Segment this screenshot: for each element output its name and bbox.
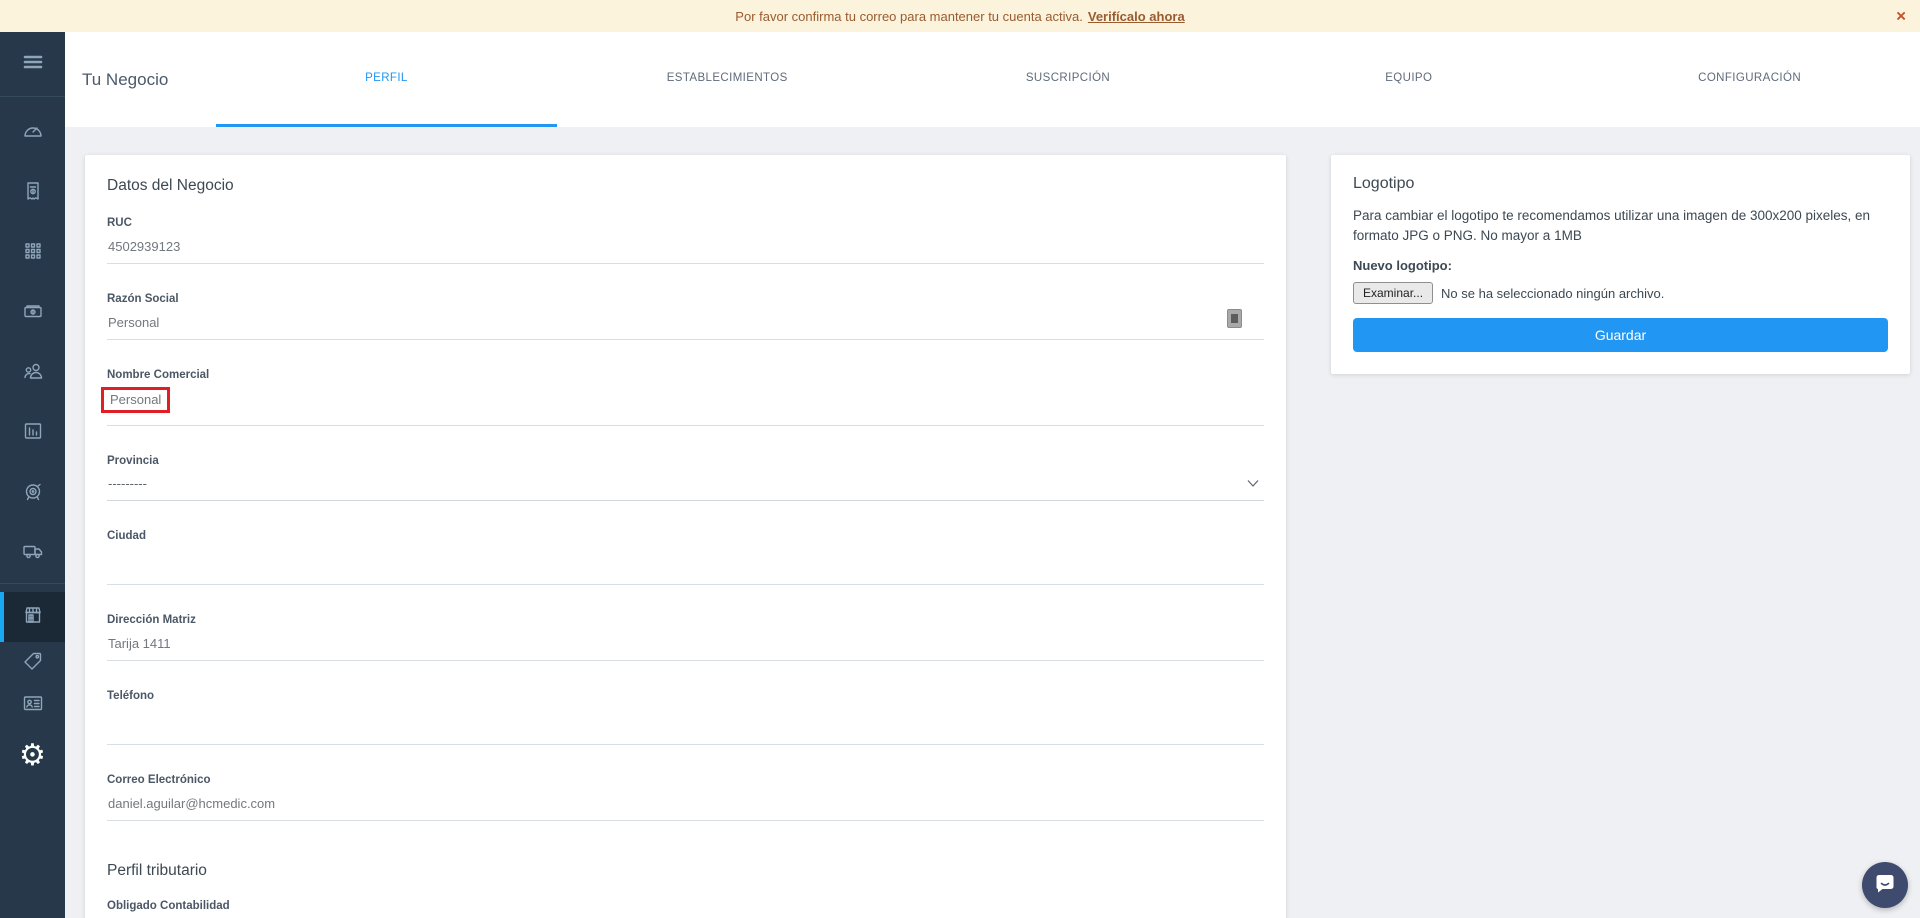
sidebar-item-delivery[interactable] xyxy=(0,523,65,583)
sidebar-item-dashboard[interactable] xyxy=(0,103,65,163)
tab-establecimientos[interactable]: ESTABLECIMIENTOS xyxy=(557,32,898,127)
tab-suscripcion[interactable]: SUSCRIPCIÓN xyxy=(898,32,1239,127)
field-direccion-matriz: Dirección Matriz xyxy=(107,614,1264,661)
id-card-icon xyxy=(21,691,45,720)
chat-widget-button[interactable] xyxy=(1862,862,1908,908)
money-icon xyxy=(21,299,45,328)
logotype-description: Para cambiar el logotipo te recomendamos… xyxy=(1353,206,1888,245)
grid-dots-icon xyxy=(21,239,45,268)
tab-equipo[interactable]: EQUIPO xyxy=(1238,32,1579,127)
save-button[interactable]: Guardar xyxy=(1353,318,1888,352)
chevron-down-icon xyxy=(1246,476,1260,491)
sidebar-item-customers[interactable] xyxy=(0,343,65,403)
nombre-comercial-input[interactable]: Personal xyxy=(107,390,1264,426)
field-nombre-comercial: Nombre Comercial Personal xyxy=(107,369,1264,426)
logotype-card: Logotipo Para cambiar el logotipo te rec… xyxy=(1331,155,1910,374)
menu-toggle-button[interactable] xyxy=(0,32,65,96)
tab-configuracion[interactable]: CONFIGURACIÓN xyxy=(1579,32,1920,127)
tax-profile-title: Perfil tributario xyxy=(107,862,1264,880)
telefono-label: Teléfono xyxy=(107,690,1264,702)
ciudad-input[interactable] xyxy=(107,551,1264,585)
razon-social-input[interactable] xyxy=(107,314,1264,340)
sidebar-item-catalog[interactable] xyxy=(0,223,65,283)
sidebar-item-receipts[interactable] xyxy=(0,163,65,223)
autofill-extension-icon[interactable] xyxy=(1227,309,1242,328)
ciudad-label: Ciudad xyxy=(107,530,1264,542)
receipt-icon xyxy=(21,179,45,208)
page-title: Tu Negocio xyxy=(82,32,216,127)
field-telefono: Teléfono xyxy=(107,690,1264,745)
gear-icon: ⚙ xyxy=(19,738,46,773)
provincia-label: Provincia xyxy=(107,455,1264,467)
truck-icon xyxy=(21,539,45,568)
direccion-matriz-input[interactable] xyxy=(107,635,1264,661)
field-correo-electronico: Correo Electrónico xyxy=(107,774,1264,821)
direccion-matriz-label: Dirección Matriz xyxy=(107,614,1264,626)
banner-close-icon[interactable]: × xyxy=(1896,8,1906,25)
no-file-selected-text: No se ha seleccionado ningún archivo. xyxy=(1441,286,1664,301)
banner-message: Por favor confirma tu correo para manten… xyxy=(735,9,1083,24)
razon-social-label: Razón Social xyxy=(107,293,1264,305)
tab-bar: PERFIL ESTABLECIMIENTOS SUSCRIPCIÓN EQUI… xyxy=(216,32,1920,127)
correo-label: Correo Electrónico xyxy=(107,774,1264,786)
sidebar-item-goals[interactable] xyxy=(0,463,65,523)
sidebar-divider xyxy=(0,583,65,584)
sidebar-item-tags[interactable] xyxy=(0,642,65,684)
bar-chart-icon xyxy=(21,419,45,448)
chat-bubble-icon xyxy=(1872,870,1898,901)
users-icon xyxy=(21,359,45,388)
tab-perfil[interactable]: PERFIL xyxy=(216,32,557,127)
telefono-input[interactable] xyxy=(107,711,1264,745)
sidebar: ⚙ xyxy=(0,32,65,918)
form-title: Datos del Negocio xyxy=(107,177,1264,195)
field-ruc: RUC xyxy=(107,217,1264,264)
red-annotation-box: Personal xyxy=(101,387,170,413)
ruc-label: RUC xyxy=(107,217,1264,229)
file-input-row: Examinar... No se ha seleccionado ningún… xyxy=(1353,282,1888,304)
sidebar-item-settings[interactable]: ⚙ xyxy=(0,726,65,784)
obligado-contabilidad-label: Obligado Contabilidad xyxy=(107,900,1264,912)
tag-icon xyxy=(21,649,45,678)
ruc-input[interactable] xyxy=(107,238,1264,264)
new-logotype-label: Nuevo logotipo: xyxy=(1353,258,1888,273)
browse-file-button[interactable]: Examinar... xyxy=(1353,282,1433,304)
hamburger-icon xyxy=(21,50,45,79)
storefront-icon xyxy=(21,603,45,632)
provincia-selected-value: --------- xyxy=(108,476,147,491)
email-confirm-banner: Por favor confirma tu correo para manten… xyxy=(0,0,1920,32)
nombre-comercial-label: Nombre Comercial xyxy=(107,369,1264,381)
correo-input[interactable] xyxy=(107,795,1264,821)
field-ciudad: Ciudad xyxy=(107,530,1264,585)
field-razon-social: Razón Social xyxy=(107,293,1264,340)
provincia-select[interactable]: --------- xyxy=(107,476,1264,501)
target-icon xyxy=(21,479,45,508)
logotype-title: Logotipo xyxy=(1353,175,1888,193)
page-header: Tu Negocio PERFIL ESTABLECIMIENTOS SUSCR… xyxy=(65,32,1920,127)
sidebar-item-cash[interactable] xyxy=(0,283,65,343)
sidebar-item-contacts[interactable] xyxy=(0,684,65,726)
business-data-card: Datos del Negocio RUC Razón Social Nombr… xyxy=(85,155,1286,918)
sidebar-item-reports[interactable] xyxy=(0,403,65,463)
verify-now-link[interactable]: Verifícalo ahora xyxy=(1088,9,1185,24)
sidebar-item-business-active[interactable] xyxy=(0,592,65,642)
field-provincia: Provincia --------- xyxy=(107,455,1264,501)
dashboard-gauge-icon xyxy=(21,119,45,148)
